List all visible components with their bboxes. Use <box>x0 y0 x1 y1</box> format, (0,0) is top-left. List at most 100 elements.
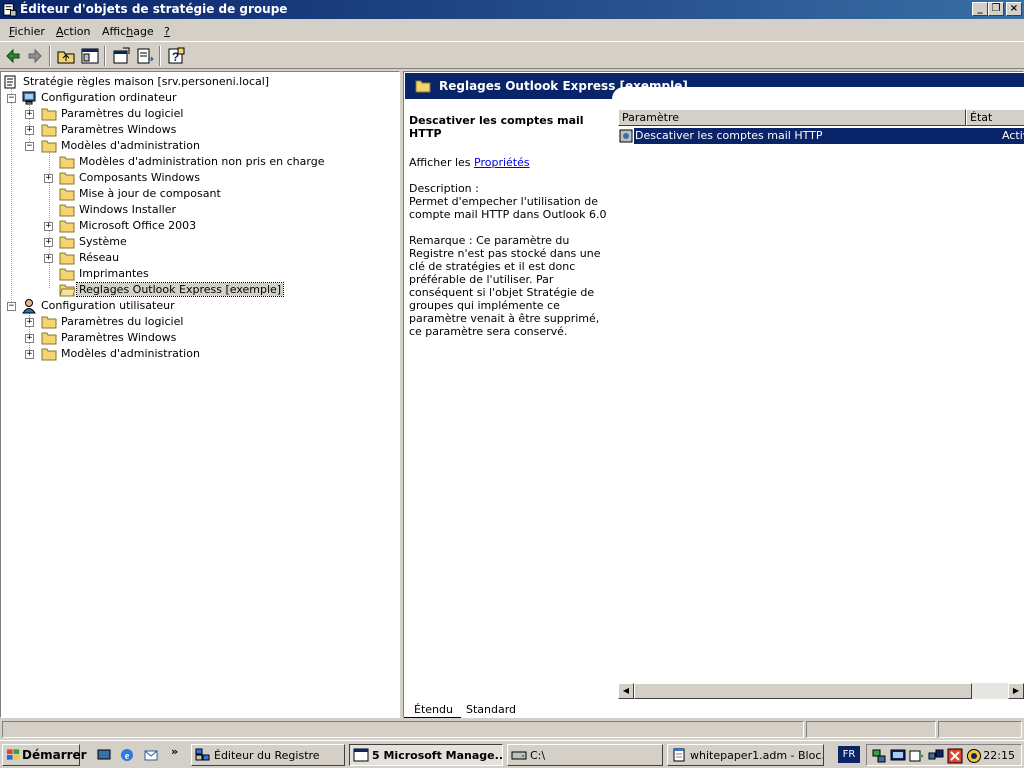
task-registry-editor[interactable]: Éditeur du Registre <box>191 744 345 766</box>
tree-item-network[interactable]: + Réseau <box>44 250 344 266</box>
scroll-thumb[interactable] <box>634 683 972 699</box>
folder-icon <box>59 172 75 185</box>
title-bar[interactable]: Éditeur d'objets de stratégie de groupe … <box>0 0 1024 19</box>
tree-label: Paramètres Windows <box>61 331 177 344</box>
svg-text:e: e <box>125 751 130 762</box>
collapse-toggle[interactable]: − <box>7 302 16 311</box>
collapse-toggle[interactable]: − <box>7 94 16 103</box>
start-label: Démarrer <box>22 748 87 762</box>
scroll-right-button[interactable]: ▶ <box>1008 683 1024 699</box>
forward-arrow-icon[interactable] <box>25 46 45 66</box>
mmc-icon <box>353 748 369 762</box>
tree-item-software-settings[interactable]: + Paramètres du logiciel <box>25 106 325 122</box>
maximize-button[interactable]: ❐ <box>988 2 1004 16</box>
expand-toggle[interactable]: + <box>44 254 53 263</box>
tree-item-component-update[interactable]: Mise à jour de composant <box>59 186 359 202</box>
tree-label: Paramètres du logiciel <box>61 315 184 328</box>
tab-standard[interactable]: Standard <box>456 702 524 718</box>
column-header-state[interactable]: État <box>966 109 1024 126</box>
setting-name: Descativer les comptes mail HTTP <box>635 129 823 142</box>
expand-toggle[interactable]: + <box>44 238 53 247</box>
status-bar <box>0 720 1024 740</box>
tree-item-user-windows[interactable]: + Paramètres Windows <box>25 330 325 346</box>
setting-icon <box>619 129 633 143</box>
task-notepad[interactable]: whitepaper1.adm - Bloc... <box>667 744 824 766</box>
start-button[interactable]: Démarrer <box>2 744 87 766</box>
settings-list[interactable]: Paramètre État Descativer les comptes ma… <box>618 109 1024 699</box>
setting-title: Descativer les comptes mail HTTP <box>409 114 584 140</box>
language-indicator[interactable]: FR <box>838 746 860 763</box>
task-mmc-group[interactable]: 5 Microsoft Manage... ▾ <box>349 744 503 766</box>
task-command-prompt[interactable]: C:\ <box>507 744 663 766</box>
monitor-tray-icon[interactable] <box>890 748 906 764</box>
show-hide-tree-icon[interactable] <box>80 46 100 66</box>
tree-label: Configuration utilisateur <box>41 299 175 312</box>
tree-pane[interactable]: Stratégie règles maison [srv.personeni.l… <box>0 71 400 718</box>
antivirus-tray-icon[interactable] <box>947 748 963 764</box>
tree-item-office-2003[interactable]: + Microsoft Office 2003 <box>44 218 344 234</box>
tree-label: Modèles d'administration <box>61 347 200 360</box>
outlook-express-icon[interactable] <box>143 747 159 763</box>
menu-fichier[interactable]: Fichier <box>9 25 45 38</box>
menu-action[interactable]: Action <box>56 25 90 38</box>
expand-toggle[interactable]: + <box>25 110 34 119</box>
tree-label: Composants Windows <box>79 171 200 184</box>
network-tray-icon[interactable] <box>871 748 887 764</box>
tree-item-windows-components[interactable]: + Composants Windows <box>44 170 344 186</box>
up-folder-icon[interactable] <box>56 46 76 66</box>
menu-affichage[interactable]: Affichage <box>102 25 154 38</box>
tree-item-user-software[interactable]: + Paramètres du logiciel <box>25 314 325 330</box>
task-label: C:\ <box>530 749 546 762</box>
properties-icon[interactable] <box>111 46 131 66</box>
tree-item-system[interactable]: + Système <box>44 234 344 250</box>
pane-header: Reglages Outlook Express [exemple] <box>405 73 1024 99</box>
network-share-tray-icon[interactable] <box>928 748 944 764</box>
horizontal-scrollbar[interactable]: ◀ ▶ <box>618 683 1024 699</box>
expand-toggle[interactable]: + <box>25 334 34 343</box>
folder-icon <box>59 188 75 201</box>
tree-item-user-config[interactable]: − Configuration utilisateur <box>7 298 307 314</box>
tree-label: Modèles d'administration non pris en cha… <box>79 155 325 168</box>
column-header-setting[interactable]: Paramètre <box>618 109 966 126</box>
policy-scroll-icon <box>4 75 16 89</box>
export-list-icon[interactable] <box>135 46 155 66</box>
tree-item-windows-settings[interactable]: + Paramètres Windows <box>25 122 325 138</box>
tree-item-printers[interactable]: Imprimantes <box>59 266 359 282</box>
tree-root[interactable]: Stratégie règles maison [srv.personeni.l… <box>3 74 303 90</box>
computer-icon <box>22 91 36 105</box>
tab-extended[interactable]: Étendu <box>404 702 461 718</box>
tree-item-unsupported-templates[interactable]: Modèles d'administration non pris en cha… <box>59 154 389 170</box>
tree-item-windows-installer[interactable]: Windows Installer <box>59 202 359 218</box>
clock[interactable]: 22:15 <box>983 749 1015 762</box>
description-label: Description : <box>409 182 479 195</box>
expand-toggle[interactable]: + <box>44 174 53 183</box>
collapse-toggle[interactable]: − <box>25 142 34 151</box>
system-tray: 22:15 <box>866 744 1022 766</box>
internet-explorer-icon[interactable]: e <box>119 747 135 763</box>
menu-help[interactable]: ? <box>164 25 170 38</box>
expand-toggle[interactable]: + <box>44 222 53 231</box>
tree-item-computer-config[interactable]: − Configuration ordinateur <box>7 90 307 106</box>
properties-link[interactable]: Propriétés <box>474 156 530 169</box>
tree-item-outlook-express[interactable]: Reglages Outlook Express [exemple] <box>59 282 359 298</box>
expand-toggle[interactable]: + <box>25 318 34 327</box>
tree-label: Configuration ordinateur <box>41 91 177 104</box>
expand-toggle[interactable]: + <box>25 126 34 135</box>
quicklaunch-chevron[interactable]: » <box>171 745 178 758</box>
help-icon[interactable]: ? <box>166 46 186 66</box>
desktop-icon[interactable] <box>96 747 112 763</box>
vmware-tray-icon[interactable] <box>966 748 982 764</box>
folder-icon <box>59 252 75 265</box>
tree-label: Paramètres Windows <box>61 123 177 136</box>
scroll-left-button[interactable]: ◀ <box>618 683 634 699</box>
tree-item-admin-templates[interactable]: − Modèles d'administration <box>25 138 325 154</box>
media-tray-icon[interactable] <box>909 748 925 764</box>
tree-item-user-admin[interactable]: + Modèles d'administration <box>25 346 325 362</box>
expand-toggle[interactable]: + <box>25 350 34 359</box>
minimize-button[interactable]: _ <box>972 2 988 16</box>
back-arrow-icon[interactable] <box>3 46 23 66</box>
list-item[interactable]: Descativer les comptes mail HTTP Activé <box>618 128 1024 144</box>
taskbar: Démarrer e » Éditeur du Registre 5 Micro… <box>0 740 1024 768</box>
close-button[interactable]: × <box>1006 2 1022 16</box>
folder-open-icon <box>59 284 75 297</box>
